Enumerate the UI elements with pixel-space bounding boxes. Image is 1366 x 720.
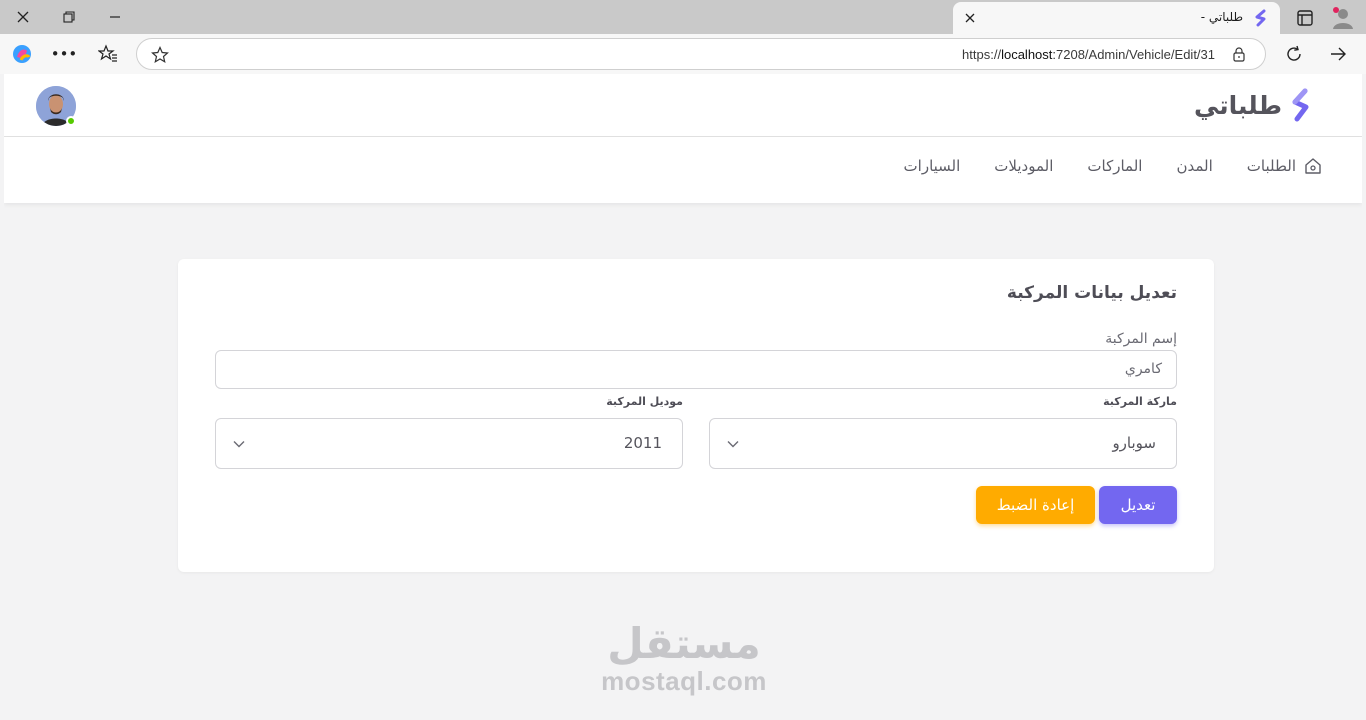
- nav-list: الطلبات المدن الماركات الموديلات السيارا…: [904, 157, 1322, 175]
- vehicle-make-label: ماركة المركبة: [1103, 395, 1177, 408]
- minimize-window-button[interactable]: [92, 2, 138, 32]
- forward-icon: [1331, 47, 1346, 61]
- online-status-dot: [66, 116, 76, 126]
- url-path: :7208/Admin/Vehicle/Edit/31: [1052, 47, 1215, 62]
- brand-logo-icon: [1292, 88, 1309, 122]
- copilot-button[interactable]: [10, 42, 34, 66]
- home-icon: [1305, 158, 1321, 174]
- profile-icon: [1333, 7, 1353, 29]
- url-host: localhost: [1001, 47, 1053, 62]
- vehicle-name-label: إسم المركبة: [1105, 331, 1177, 347]
- refresh-button[interactable]: [1282, 42, 1306, 66]
- main-nav: الطلبات المدن الماركات الموديلات السيارا…: [4, 137, 1362, 203]
- vehicle-model-select[interactable]: 2011: [215, 418, 683, 469]
- close-icon: [965, 13, 975, 23]
- nav-item-models[interactable]: الموديلات: [994, 157, 1053, 175]
- watermark-latin: mostaql.com: [601, 666, 767, 696]
- nav-item-cities[interactable]: المدن: [1176, 157, 1212, 175]
- vehicle-name-value: كامري: [1124, 361, 1162, 377]
- copilot-icon: [13, 45, 31, 63]
- watermark: مستقل mostaql.com: [599, 619, 769, 697]
- vehicle-model-label: موديل المركبة: [606, 395, 683, 408]
- tab-close-button[interactable]: [959, 7, 981, 29]
- nav-item-brands[interactable]: الماركات: [1087, 157, 1142, 175]
- edit-button[interactable]: تعديل: [1099, 486, 1177, 524]
- page-content: طلباتي الطلبات المدن الماركات الموديلات …: [4, 74, 1362, 716]
- tab-actions-icon: [1297, 10, 1313, 26]
- vehicle-model-value: 2011: [623, 434, 662, 452]
- brand-name: طلباتي: [1193, 90, 1282, 120]
- close-icon: [17, 11, 29, 23]
- browser-tab-active[interactable]: طلباتي -: [953, 2, 1280, 34]
- browser-toolbar: ••• https://localhost:7208/Admin/Vehicle…: [0, 34, 1366, 74]
- vehicle-name-input[interactable]: كامري: [215, 350, 1177, 389]
- watermark-arabic: مستقل: [607, 619, 761, 668]
- nav-item-label: المدن: [1176, 157, 1213, 175]
- edit-vehicle-card: تعديل بيانات المركبة إسم المركبة كامري م…: [178, 259, 1214, 572]
- minimize-icon: [110, 16, 120, 18]
- nav-item-label: الماركات: [1087, 157, 1143, 175]
- page-title: تعديل بيانات المركبة: [1006, 283, 1177, 303]
- forward-button[interactable]: [1326, 42, 1350, 66]
- nav-item-label: الموديلات: [994, 157, 1054, 175]
- brand[interactable]: طلباتي: [1194, 88, 1312, 122]
- close-window-button[interactable]: [0, 2, 46, 32]
- favorites-icon: [98, 44, 117, 62]
- brand-logo-icon: [1255, 9, 1266, 27]
- address-bar[interactable]: https://localhost:7208/Admin/Vehicle/Edi…: [136, 38, 1266, 70]
- chevron-down-icon: [233, 441, 245, 448]
- vehicle-make-value: سوبارو: [1112, 434, 1156, 452]
- vehicle-make-select[interactable]: سوبارو: [709, 418, 1177, 469]
- reset-button[interactable]: إعادة الضبط: [976, 486, 1095, 524]
- chevron-down-icon: [727, 441, 739, 448]
- more-icon: •••: [50, 45, 78, 63]
- browser-tab-bar: طلباتي -: [0, 0, 1366, 34]
- nav-item-orders[interactable]: الطلبات: [1247, 157, 1322, 175]
- app-header: طلباتي: [4, 74, 1362, 137]
- star-icon[interactable]: [151, 46, 169, 64]
- nav-item-label: الطلبات: [1246, 157, 1296, 175]
- lock-icon[interactable]: [1231, 46, 1247, 62]
- nav-item-label: السيارات: [903, 157, 961, 175]
- url-text: https://localhost:7208/Admin/Vehicle/Edi…: [962, 47, 1215, 62]
- profile-button[interactable]: [1330, 5, 1356, 31]
- nav-item-cars[interactable]: السيارات: [904, 157, 961, 175]
- restore-icon: [63, 11, 75, 23]
- restore-window-button[interactable]: [46, 2, 92, 32]
- favorites-button[interactable]: [96, 42, 120, 66]
- tab-actions-button[interactable]: [1294, 7, 1316, 29]
- refresh-icon: [1287, 45, 1301, 61]
- more-button[interactable]: •••: [50, 42, 78, 66]
- tab-title: طلباتي -: [1200, 10, 1243, 24]
- url-prefix: https://: [962, 47, 1002, 62]
